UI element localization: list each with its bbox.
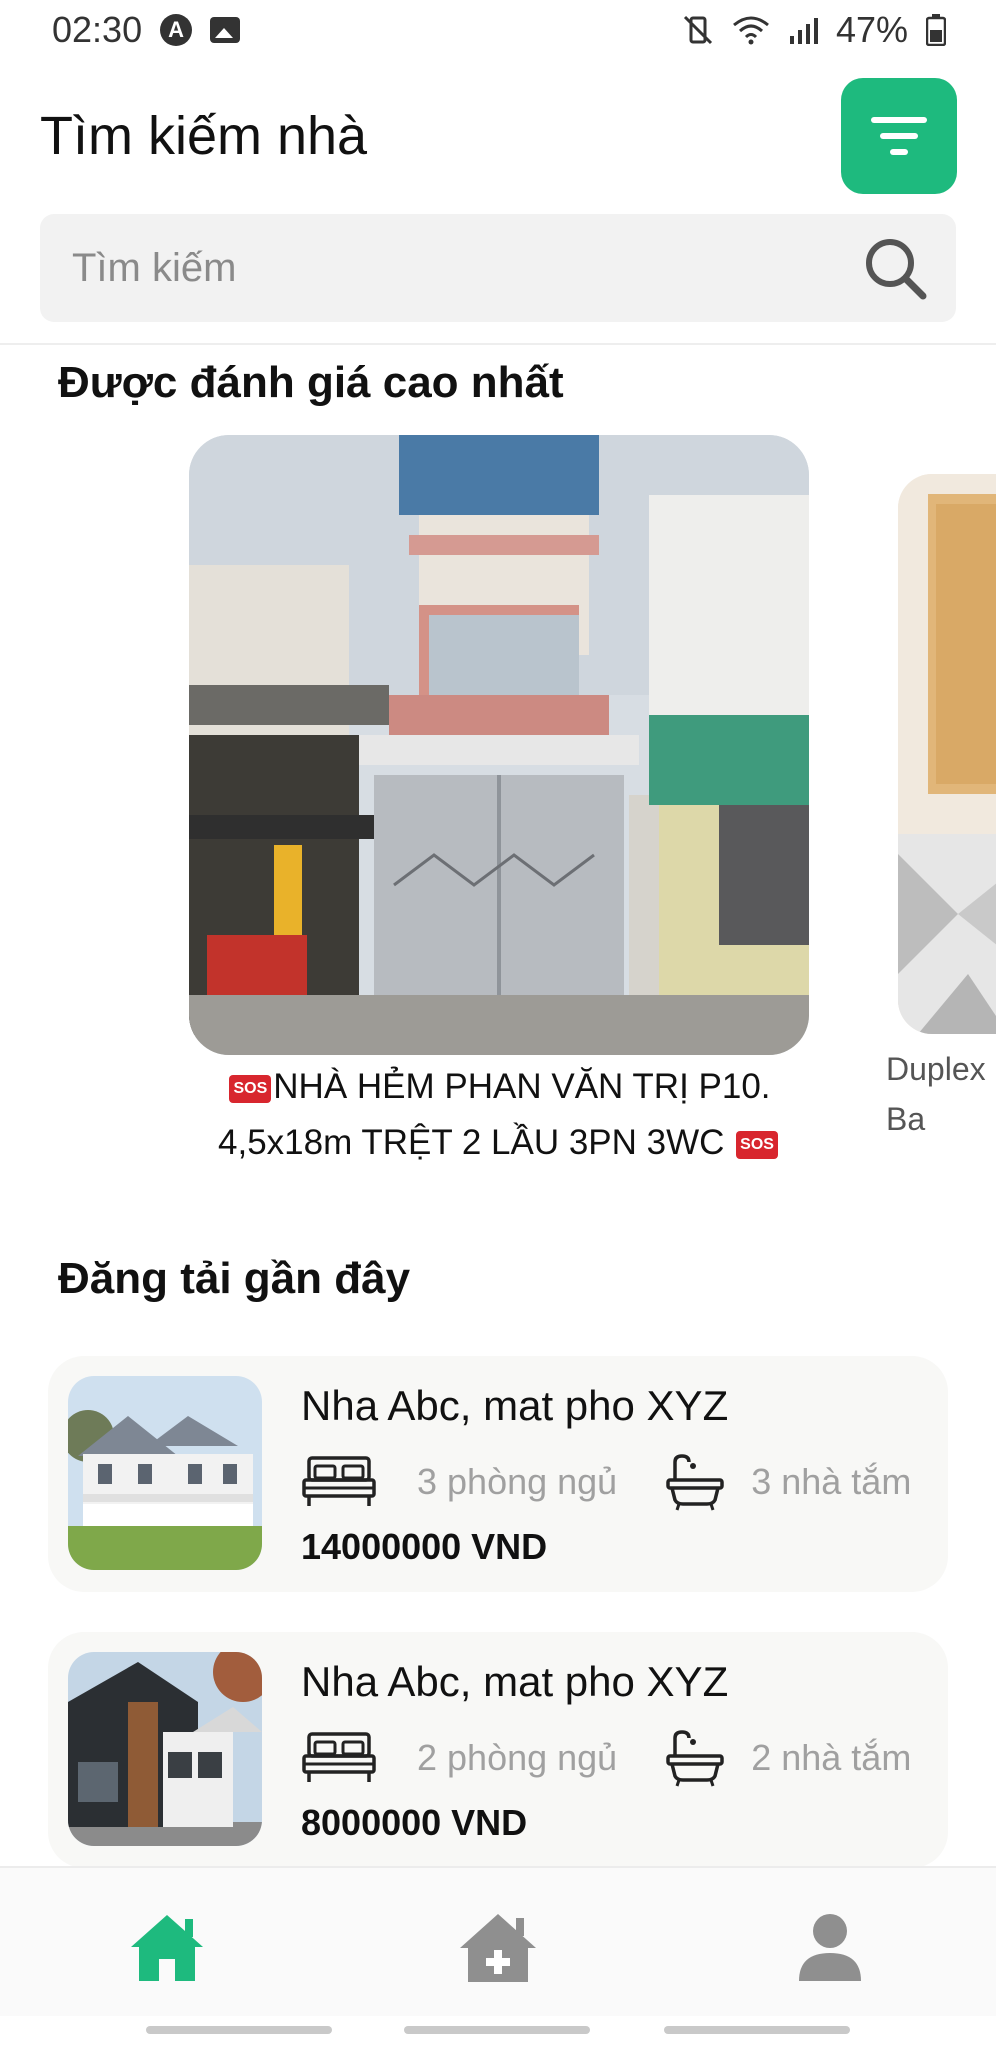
sos-badge: SOS <box>736 1130 778 1159</box>
interior-photo <box>898 474 996 1034</box>
bottom-navigation <box>0 1866 996 2016</box>
vibrate-mute-icon <box>683 15 712 45</box>
battery-percent: 47% <box>835 9 908 50</box>
search-icon[interactable] <box>860 233 930 303</box>
status-time: 02:30 <box>52 9 143 50</box>
listing-meta: 2 phòng ngủ 2 nhà tắm <box>301 1728 911 1788</box>
bedroom-count: 2 phòng ngủ <box>417 1737 618 1778</box>
house-photo <box>68 1652 262 1846</box>
filter-icon-line-2 <box>880 133 918 139</box>
featured-listing-card[interactable]: SOS NHÀ HẺM PHAN VĂN TRỊ P10. 4,5x18m TRỆ… <box>189 435 809 1171</box>
listing-meta: 3 phòng ngủ 3 nhà tắm <box>301 1452 911 1512</box>
battery-icon <box>926 14 946 46</box>
listing-thumbnail <box>68 1376 262 1570</box>
listing-card[interactable]: Nha Abc, mat pho XYZ 3 phòng ngủ 3 nhà t… <box>48 1356 948 1592</box>
featured-listing-next-line-2: Ba <box>886 1101 926 1137</box>
page-title: Tìm kiếm nhà <box>40 106 368 166</box>
house-photo <box>68 1376 262 1570</box>
featured-listing-title-line-2: 4,5x18m TRỆT 2 LẦU 3PN 3WC <box>218 1123 725 1162</box>
listing-title: Nha Abc, mat pho XYZ <box>301 1382 729 1429</box>
status-left: 02:30 A <box>52 9 241 51</box>
filter-icon-line-3 <box>890 149 908 155</box>
listing-thumbnail <box>68 1652 262 1846</box>
featured-listing-caption-next: Duplex Ba <box>886 1044 996 1144</box>
listing-price: 14000000 VND <box>301 1526 548 1567</box>
listing-title: Nha Abc, mat pho XYZ <box>301 1658 729 1705</box>
nav-add-listing[interactable] <box>453 1908 543 1988</box>
bed-icon <box>302 1456 376 1506</box>
bathtub-icon <box>666 1730 724 1787</box>
featured-listing-image[interactable] <box>189 435 809 1055</box>
bed-icon <box>302 1732 376 1782</box>
gesture-bar-right <box>664 2026 850 2034</box>
gallery-icon <box>210 17 241 43</box>
bedroom-count: 3 phòng ngủ <box>417 1461 618 1502</box>
gesture-bar-left <box>146 2026 332 2034</box>
top-rated-heading: Được đánh giá cao nhất <box>58 358 564 407</box>
listing-card[interactable]: Nha Abc, mat pho XYZ 2 phòng ngủ 2 nhà t… <box>48 1632 948 1868</box>
user-icon <box>799 1914 861 1981</box>
filter-icon-line-1 <box>871 117 927 123</box>
sos-badge: SOS <box>229 1074 272 1103</box>
featured-listing-card-next[interactable]: Duplex Ba <box>886 474 996 1137</box>
search-bar[interactable] <box>40 214 956 322</box>
wifi-icon <box>732 16 769 45</box>
featured-listing-title-line-1: NHÀ HẺM PHAN VĂN TRỊ P10. <box>273 1067 771 1106</box>
featured-listing-caption: SOS NHÀ HẺM PHAN VĂN TRỊ P10. 4,5x18m TRỆ… <box>189 1059 809 1171</box>
status-right: 47% <box>682 9 946 51</box>
add-house-icon <box>460 1914 536 1982</box>
status-bar: 02:30 A 47% <box>0 0 996 60</box>
signal-icon <box>789 18 818 44</box>
search-input[interactable] <box>70 244 860 292</box>
notification-a-icon: A <box>160 14 193 46</box>
bathroom-count: 3 nhà tắm <box>751 1461 912 1502</box>
recent-heading: Đăng tải gần đây <box>58 1254 411 1303</box>
home-icon <box>131 1915 203 1981</box>
header-divider <box>0 343 996 345</box>
bathroom-count: 2 nhà tắm <box>751 1737 912 1778</box>
listing-price: 8000000 VND <box>301 1802 528 1843</box>
nav-home[interactable] <box>122 1908 212 1988</box>
nav-profile[interactable] <box>785 1908 875 1988</box>
filter-button[interactable] <box>841 78 957 194</box>
gesture-bar-center <box>404 2026 590 2034</box>
house-photo <box>189 435 809 1055</box>
featured-listing-image-next[interactable] <box>898 474 996 1034</box>
featured-listing-next-line-1: Duplex <box>886 1051 986 1087</box>
bathtub-icon <box>666 1454 724 1511</box>
